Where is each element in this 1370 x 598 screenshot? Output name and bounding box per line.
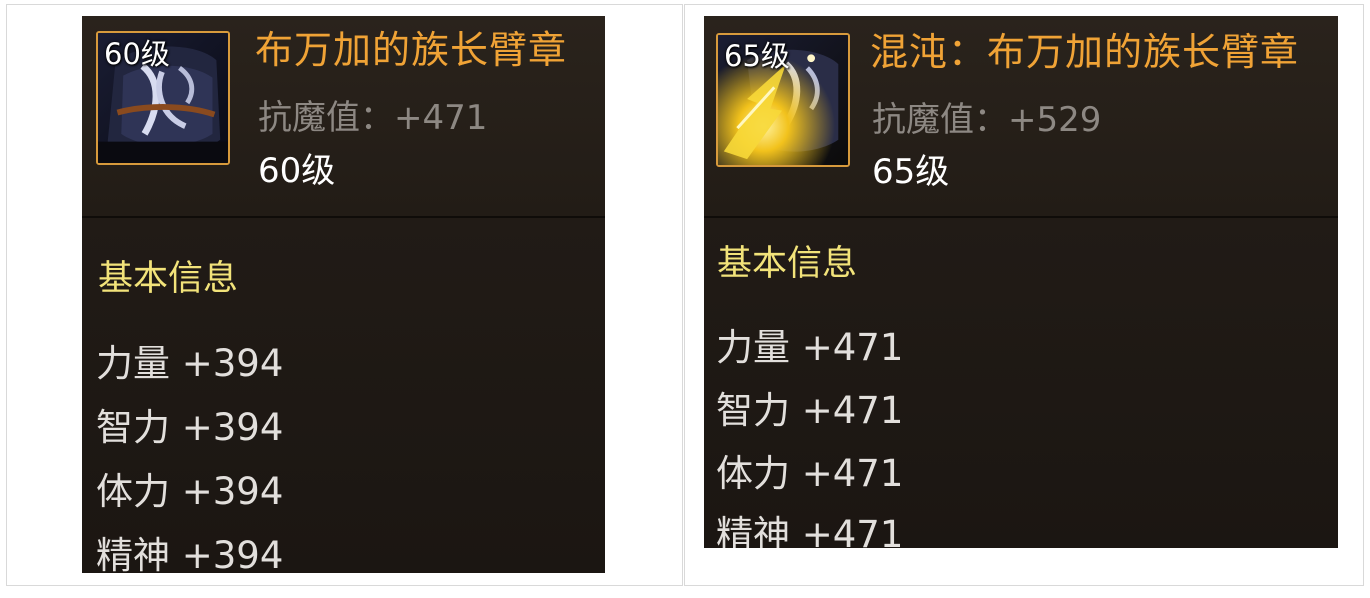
item-level: 65级 bbox=[872, 152, 950, 192]
attribute-value: +394 bbox=[181, 406, 284, 449]
section-basic-info: 基本信息 bbox=[98, 259, 239, 299]
item-tooltip-left: 60级 布万加的族长臂章 抗魔值：+471 60级 基本信息 力量 +394 智… bbox=[82, 16, 605, 573]
attribute-row: 体力 +471 bbox=[716, 450, 903, 498]
attribute-value: +394 bbox=[181, 342, 284, 385]
armband-item-icon[interactable]: 60级 bbox=[96, 31, 230, 165]
attribute-row: 智力 +471 bbox=[716, 387, 903, 435]
section-basic-info: 基本信息 bbox=[717, 244, 858, 284]
attribute-row: 体力 +394 bbox=[96, 468, 283, 516]
attribute-label: 力量 bbox=[96, 342, 170, 385]
attribute-row: 力量 +471 bbox=[716, 324, 903, 372]
attribute-label: 精神 bbox=[716, 513, 790, 548]
attribute-label: 体力 bbox=[716, 452, 790, 495]
attribute-value: +471 bbox=[801, 326, 904, 369]
attribute-value: +394 bbox=[181, 534, 284, 573]
stat-value: +471 bbox=[394, 98, 488, 138]
attribute-row: 力量 +394 bbox=[96, 340, 283, 388]
item-name: 布万加的族长臂章 bbox=[255, 28, 568, 72]
attribute-row: 智力 +394 bbox=[96, 404, 283, 452]
item-name-prefix: 混沌： bbox=[870, 30, 988, 74]
stat-value: +529 bbox=[1008, 100, 1102, 140]
item-name: 混沌：布万加的族长臂章 bbox=[870, 27, 1299, 77]
attribute-label: 体力 bbox=[96, 470, 170, 513]
icon-level-tag: 60级 bbox=[104, 37, 170, 71]
attribute-value: +471 bbox=[801, 452, 904, 495]
attribute-label: 精神 bbox=[96, 534, 170, 573]
attribute-label: 智力 bbox=[96, 406, 170, 449]
attribute-value: +471 bbox=[801, 513, 904, 548]
stat-label: 抗魔值： bbox=[258, 98, 394, 138]
attribute-value: +471 bbox=[801, 389, 904, 432]
attribute-label: 智力 bbox=[716, 389, 790, 432]
chaos-armband-item-icon[interactable]: 65级 bbox=[716, 33, 850, 167]
attribute-value: +394 bbox=[181, 470, 284, 513]
magic-resist-stat: 抗魔值：+471 bbox=[258, 96, 487, 140]
attribute-row: 精神 +471 bbox=[716, 511, 903, 548]
attribute-row: 精神 +394 bbox=[96, 532, 283, 573]
item-name-text: 布万加的族长臂章 bbox=[987, 30, 1300, 74]
item-tooltip-right: 65级 混沌：布万加的族长臂章 抗魔值：+529 65级 基本信息 力量 +47… bbox=[704, 16, 1338, 548]
icon-level-tag: 65级 bbox=[724, 39, 790, 73]
item-level: 60级 bbox=[258, 151, 336, 191]
attribute-label: 力量 bbox=[716, 326, 790, 369]
magic-resist-stat: 抗魔值：+529 bbox=[872, 98, 1101, 142]
stat-label: 抗魔值： bbox=[872, 100, 1008, 140]
